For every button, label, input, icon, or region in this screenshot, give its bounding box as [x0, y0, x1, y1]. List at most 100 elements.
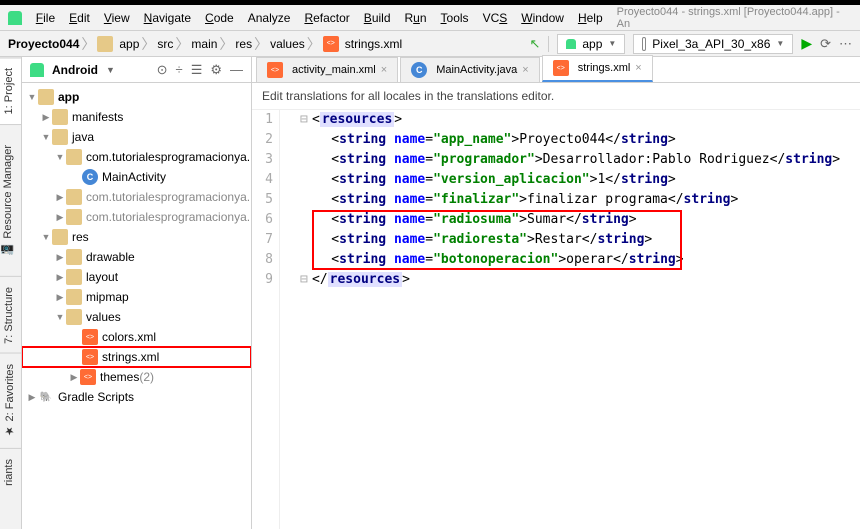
tree-node-strings[interactable]: strings.xml — [102, 350, 159, 364]
menu-view[interactable]: View — [104, 11, 130, 25]
gradle-icon: 🐘 — [38, 389, 54, 405]
class-icon: C — [82, 169, 98, 185]
tree-node-package-test[interactable]: com.tutorialesprogramacionya. — [86, 190, 250, 204]
breadcrumb[interactable]: Proyecto044 — [8, 37, 79, 51]
breadcrumb[interactable]: app — [97, 36, 139, 52]
tree-node-colors[interactable]: colors.xml — [102, 330, 156, 344]
tree-node-manifests[interactable]: manifests — [72, 110, 123, 124]
menubar: File Edit View Navigate Code Analyze Ref… — [0, 5, 860, 31]
translations-banner[interactable]: Edit translations for all locales in the… — [252, 83, 860, 110]
menu-analyze[interactable]: Analyze — [248, 11, 291, 25]
xml-icon: <> — [80, 369, 96, 385]
sidebar-structure[interactable]: 7: Structure — [0, 276, 21, 354]
tree-node-values[interactable]: values — [86, 310, 121, 324]
tree-node-gradle[interactable]: Gradle Scripts — [58, 390, 134, 404]
tree-themes-count: (2) — [139, 370, 154, 384]
project-tree-header: Android ▼ ⊙ ÷ ☰ ⚙ — — [22, 57, 251, 83]
chevron-down-icon[interactable]: ▼ — [106, 65, 115, 75]
close-icon[interactable]: × — [522, 64, 528, 76]
window-title: Proyecto044 - strings.xml [Proyecto044.a… — [617, 6, 852, 30]
tab-label: MainActivity.java — [436, 64, 517, 76]
breadcrumb[interactable]: <>strings.xml — [323, 36, 402, 52]
menu-edit[interactable]: Edit — [69, 11, 90, 25]
tree-node-res[interactable]: res — [72, 230, 89, 244]
class-icon: C — [411, 62, 427, 78]
menu-navigate[interactable]: Navigate — [144, 11, 191, 25]
expand-all-icon[interactable]: ÷ — [176, 62, 183, 77]
more-icon[interactable]: ⋯ — [839, 36, 852, 52]
apply-changes-icon[interactable]: ⟳ — [820, 36, 831, 52]
phone-icon — [642, 37, 646, 51]
tree-node-java[interactable]: java — [72, 130, 94, 144]
menu-help[interactable]: Help — [578, 11, 603, 25]
hammer-icon[interactable]: ↖ — [529, 36, 540, 52]
tree-node-layout[interactable]: layout — [86, 270, 118, 284]
menu-run[interactable]: Run — [405, 11, 427, 25]
xml-icon: <> — [553, 60, 569, 76]
sidebar-resource-manager[interactable]: 📷 Resource Manager — [0, 124, 21, 275]
breadcrumb-sep: 〉 — [219, 34, 233, 54]
sidebar-favorites[interactable]: ★ 2: Favorites — [0, 353, 21, 448]
sidebar-project[interactable]: 1: Project — [0, 57, 21, 124]
tree-node-drawable[interactable]: drawable — [86, 250, 135, 264]
breadcrumb[interactable]: src — [157, 37, 173, 51]
project-tree[interactable]: ▼app ▶manifests ▼java ▼com.tutorialespro… — [22, 83, 251, 529]
breadcrumb[interactable]: values — [270, 37, 305, 51]
folder-icon — [66, 249, 82, 265]
tree-node-mainactivity[interactable]: MainActivity — [102, 170, 166, 184]
menu-code[interactable]: Code — [205, 11, 234, 25]
xml-icon: <> — [267, 62, 283, 78]
close-icon[interactable]: × — [635, 62, 641, 74]
project-tree-panel: Android ▼ ⊙ ÷ ☰ ⚙ — ▼app ▶manifests ▼jav… — [22, 57, 252, 529]
hide-icon[interactable]: — — [230, 62, 243, 77]
folder-icon — [52, 129, 68, 145]
close-icon[interactable]: × — [381, 64, 387, 76]
breadcrumb[interactable]: res — [235, 37, 252, 51]
select-opened-icon[interactable]: ⊙ — [157, 62, 168, 78]
tree-node-package[interactable]: com.tutorialesprogramacionya. — [86, 150, 250, 164]
run-config-label: app — [582, 37, 602, 51]
chevron-down-icon: ▼ — [776, 39, 784, 48]
xml-icon: <> — [323, 36, 339, 52]
package-icon — [66, 149, 82, 165]
menu-vcs[interactable]: VCS — [483, 11, 508, 25]
folder-icon — [52, 109, 68, 125]
folder-icon — [66, 309, 82, 325]
device-combo[interactable]: Pixel_3a_API_30_x86 ▼ — [633, 34, 793, 54]
menu-file[interactable]: File — [36, 11, 55, 25]
android-scope-icon — [30, 63, 44, 77]
project-scope-label[interactable]: Android — [52, 63, 98, 77]
gear-icon[interactable]: ⚙ — [210, 62, 222, 78]
code-lines[interactable]: ⊟<resources> <string name="app_name">Pro… — [280, 110, 860, 529]
menu-build[interactable]: Build — [364, 11, 391, 25]
tree-node-themes[interactable]: themes — [100, 370, 139, 384]
tab-strings[interactable]: <> strings.xml × — [542, 55, 653, 82]
menu-tools[interactable]: Tools — [441, 11, 469, 25]
tree-node-app[interactable]: app — [58, 90, 79, 104]
tab-label: strings.xml — [578, 62, 631, 74]
breadcrumb-sep: 〉 — [254, 34, 268, 54]
device-label: Pixel_3a_API_30_x86 — [652, 37, 770, 51]
collapse-all-icon[interactable]: ☰ — [191, 62, 203, 78]
breadcrumb[interactable]: main — [191, 37, 217, 51]
menu-window[interactable]: Window — [521, 11, 564, 25]
package-icon — [66, 189, 82, 205]
android-logo-icon — [8, 11, 22, 25]
menu-refactor[interactable]: Refactor — [304, 11, 349, 25]
module-folder-icon — [38, 89, 54, 105]
navigation-bar: Proyecto044 〉 app 〉 src 〉 main 〉 res 〉 v… — [0, 31, 860, 57]
breadcrumb-sep: 〉 — [81, 34, 95, 54]
android-icon — [566, 39, 576, 49]
tree-node-package-androidtest[interactable]: com.tutorialesprogramacionya. — [86, 210, 250, 224]
tab-mainactivity[interactable]: C MainActivity.java × — [400, 57, 540, 82]
tab-activity-main[interactable]: <> activity_main.xml × — [256, 57, 398, 82]
run-button[interactable]: ▶ — [801, 35, 812, 52]
breadcrumb-sep: 〉 — [307, 34, 321, 54]
sidebar-build-variants[interactable]: riants — [0, 448, 21, 496]
chevron-down-icon: ▼ — [608, 39, 616, 48]
breadcrumb-sep: 〉 — [175, 34, 189, 54]
run-config-combo[interactable]: app ▼ — [557, 34, 625, 54]
tab-label: activity_main.xml — [292, 64, 376, 76]
code-editor[interactable]: 123456789 ⊟<resources> <string name="app… — [252, 110, 860, 529]
tree-node-mipmap[interactable]: mipmap — [86, 290, 129, 304]
